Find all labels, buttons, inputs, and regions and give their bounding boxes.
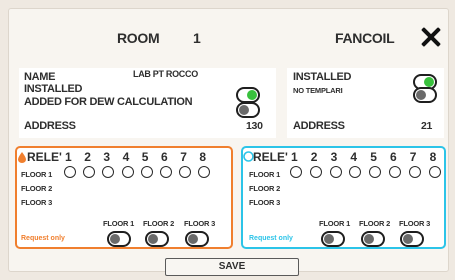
left-relay-number: 4 (122, 150, 130, 164)
right-rele-label: RELE' (253, 150, 288, 164)
right-installed-label: INSTALLED (293, 71, 352, 83)
room-number: 1 (193, 30, 201, 46)
left-relay-circle[interactable] (140, 166, 153, 178)
left-floor2-col: FLOOR 2 (143, 219, 175, 228)
right-relay-number: 7 (409, 150, 417, 164)
right-relay-circle[interactable] (408, 166, 421, 178)
right-relay-number: 5 (370, 150, 377, 164)
left-rele-label: RELE' (27, 150, 62, 164)
left-relay-number: 8 (199, 150, 207, 164)
right-relay-number: 1 (291, 150, 298, 164)
right-floor1-toggle[interactable] (321, 231, 345, 247)
right-relay-number: 3 (330, 150, 338, 164)
left-floor1-toggle[interactable] (107, 231, 131, 247)
right-floor2-toggle[interactable] (361, 231, 385, 247)
right-request-only: Request only (249, 235, 293, 242)
address-label: ADDRESS (24, 120, 76, 132)
right-relay-number: 8 (429, 150, 437, 164)
left-relay-number: 2 (84, 150, 91, 164)
device-type: FANCOIL (335, 30, 395, 46)
right-floor3-label: FLOOR 3 (249, 198, 281, 207)
drop-icon (18, 152, 26, 163)
left-relay-number: 7 (180, 150, 187, 164)
right-sub-label: NO TEMPLARI (293, 86, 343, 95)
left-relay-circle[interactable] (121, 166, 134, 178)
left-relay-number: 3 (103, 150, 111, 164)
left-floor2-toggle[interactable] (145, 231, 169, 247)
dew-toggle[interactable] (236, 102, 260, 118)
left-floor2-label: FLOOR 2 (21, 184, 53, 193)
dew-calculation-label: ADDED FOR DEW CALCULATION (24, 96, 193, 108)
left-relay-circle[interactable] (160, 166, 172, 178)
right-relay-circle[interactable] (309, 166, 322, 178)
close-icon[interactable] (418, 25, 442, 49)
right-relay-number: 4 (350, 150, 358, 164)
right-floor1-col: FLOOR 1 (319, 219, 351, 228)
right-floor3-toggle[interactable] (400, 231, 424, 247)
right-address-value: 21 (421, 120, 433, 132)
right-second-toggle[interactable] (413, 87, 437, 103)
left-floor3-label: FLOOR 3 (21, 198, 53, 207)
installed-toggle[interactable] (236, 87, 260, 103)
address-value: 130 (246, 120, 263, 132)
right-floor2-col: FLOOR 2 (359, 219, 391, 228)
right-floor1-label: FLOOR 1 (249, 170, 281, 179)
left-relay-circle[interactable] (64, 166, 76, 178)
left-floor1-label: FLOOR 1 (21, 170, 53, 179)
right-floor3-col: FLOOR 3 (399, 219, 431, 228)
left-request-only: Request only (21, 235, 65, 242)
name-label: NAME (24, 71, 56, 83)
left-relay-number: 1 (65, 150, 72, 164)
name-value: LAB PT ROCCO (133, 69, 198, 79)
right-relay-circle[interactable] (428, 166, 441, 178)
right-relay-circle[interactable] (329, 166, 342, 178)
left-floor3-col: FLOOR 3 (184, 219, 216, 228)
right-relay-number: 6 (390, 150, 397, 164)
right-floor2-label: FLOOR 2 (249, 184, 281, 193)
right-address-label: ADDRESS (293, 120, 345, 132)
left-floor3-toggle[interactable] (185, 231, 209, 247)
right-relay-circle[interactable] (389, 166, 401, 178)
left-relay-number: 6 (161, 150, 168, 164)
left-relay-number: 5 (141, 150, 149, 164)
right-relay-number: 2 (310, 150, 318, 164)
left-floor1-col: FLOOR 1 (103, 219, 135, 228)
room-label: ROOM (117, 30, 160, 46)
save-button[interactable]: SAVE (165, 258, 299, 276)
right-relay-circle[interactable] (290, 166, 302, 178)
installed-label: INSTALLED (24, 83, 83, 95)
